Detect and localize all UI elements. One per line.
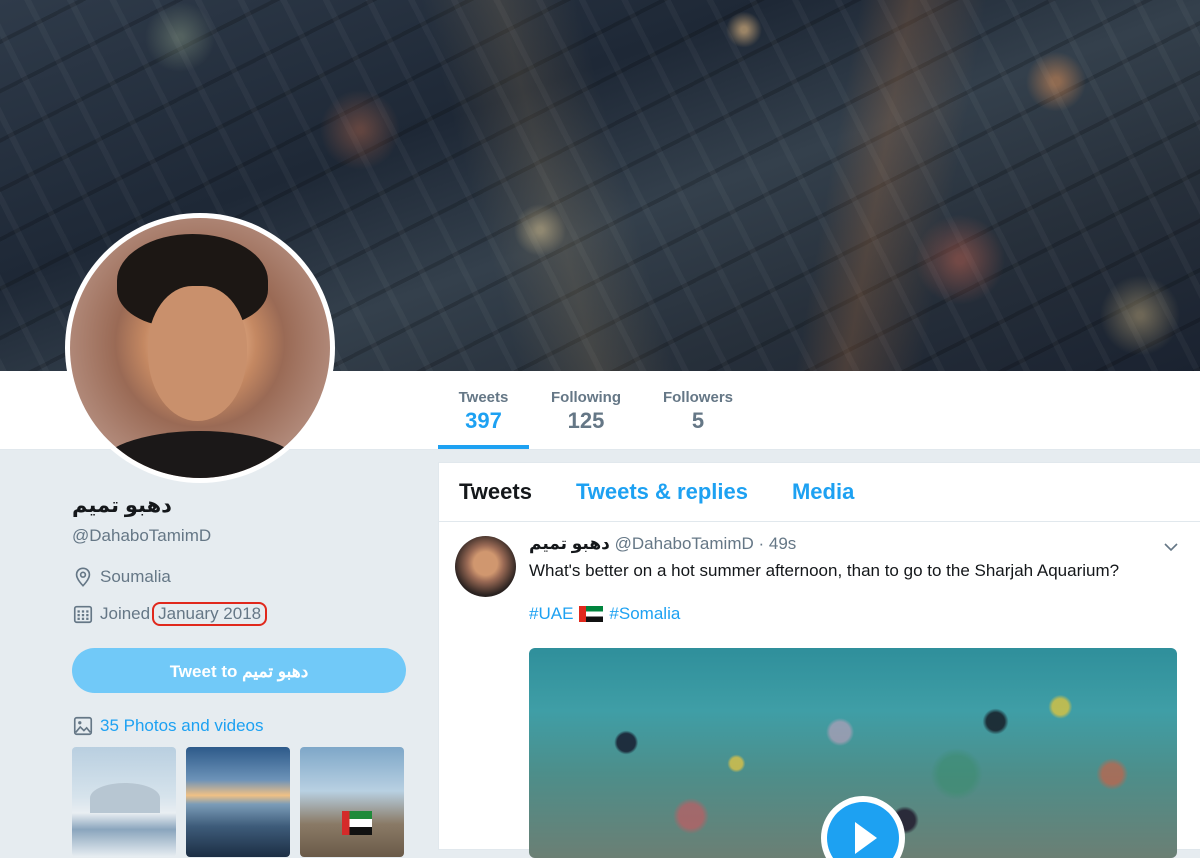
photo-thumbnail[interactable]: [72, 747, 176, 857]
tab-tweets[interactable]: Tweets: [459, 479, 532, 505]
stat-tweets[interactable]: Tweets 397: [438, 371, 529, 449]
photos-and-videos-link[interactable]: 35 Photos and videos: [72, 715, 406, 737]
profile-joined-prefix: Joined: [100, 604, 151, 623]
tweet-timestamp[interactable]: · 49s: [759, 534, 797, 553]
profile-sidebar: دهبو تميم @DahaboTamimD Soumalia Joined …: [72, 490, 406, 857]
avatar-photo: [70, 218, 330, 478]
tweet-header: دهبو تميم @DahaboTamimD · 49s: [529, 534, 1180, 554]
tweet-timeline: Tweets Tweets & replies Media دهبو تميم …: [438, 462, 1200, 858]
avatar-shirt: [96, 431, 304, 478]
hashtag-somalia[interactable]: #Somalia: [609, 604, 680, 624]
tweet-text: What's better on a hot summer afternoon,…: [529, 561, 1120, 580]
stat-following-value: 125: [567, 408, 605, 433]
tweet-hashtags: #UAE #Somalia: [529, 604, 1180, 624]
tweet-author-avatar[interactable]: [455, 536, 516, 597]
tweet-item[interactable]: دهبو تميم @DahaboTamimD · 49s What's bet…: [439, 522, 1200, 624]
stat-followers-label: Followers: [662, 389, 733, 406]
tab-media[interactable]: Media: [792, 479, 854, 505]
profile-joined-date: January 2018: [152, 602, 268, 626]
stat-following-label: Following: [551, 389, 621, 406]
hashtag-uae[interactable]: #UAE: [529, 604, 573, 624]
tweet-author-name[interactable]: دهبو تميم: [529, 534, 610, 553]
photo-thumbnail[interactable]: [300, 747, 404, 857]
stat-followers[interactable]: Followers 5: [658, 371, 738, 449]
image-icon: [73, 716, 93, 736]
tweet-to-button[interactable]: Tweet to دهبو تميم: [72, 648, 406, 693]
stat-followers-value: 5: [691, 408, 705, 433]
profile-location: Soumalia: [72, 566, 406, 588]
calendar-icon: [73, 605, 93, 624]
profile-avatar[interactable]: [65, 213, 335, 483]
location-pin-icon: [75, 567, 91, 587]
tweet-author-handle[interactable]: @DahaboTamimD: [615, 534, 754, 553]
profile-name: دهبو تميم: [72, 494, 172, 517]
profile-handle[interactable]: @DahaboTamimD: [72, 526, 406, 546]
avatar-face: [148, 285, 247, 421]
photos-and-videos-label: 35 Photos and videos: [100, 716, 264, 735]
stat-tweets-value: 397: [465, 408, 502, 433]
timeline-tabs: Tweets Tweets & replies Media: [439, 463, 1200, 522]
stat-tweets-label: Tweets: [458, 389, 509, 406]
chevron-down-icon[interactable]: [1162, 538, 1180, 556]
stat-following[interactable]: Following 125: [546, 371, 626, 449]
profile-joined: Joined January 2018: [72, 602, 406, 626]
profile-location-text: Soumalia: [100, 567, 171, 586]
photo-thumbnails: [72, 747, 406, 857]
tweet-video-media[interactable]: [529, 648, 1177, 858]
play-button[interactable]: [821, 796, 905, 858]
uae-flag-icon: [579, 606, 604, 622]
photo-thumbnail[interactable]: [186, 747, 290, 857]
tab-tweets-and-replies[interactable]: Tweets & replies: [576, 479, 748, 505]
